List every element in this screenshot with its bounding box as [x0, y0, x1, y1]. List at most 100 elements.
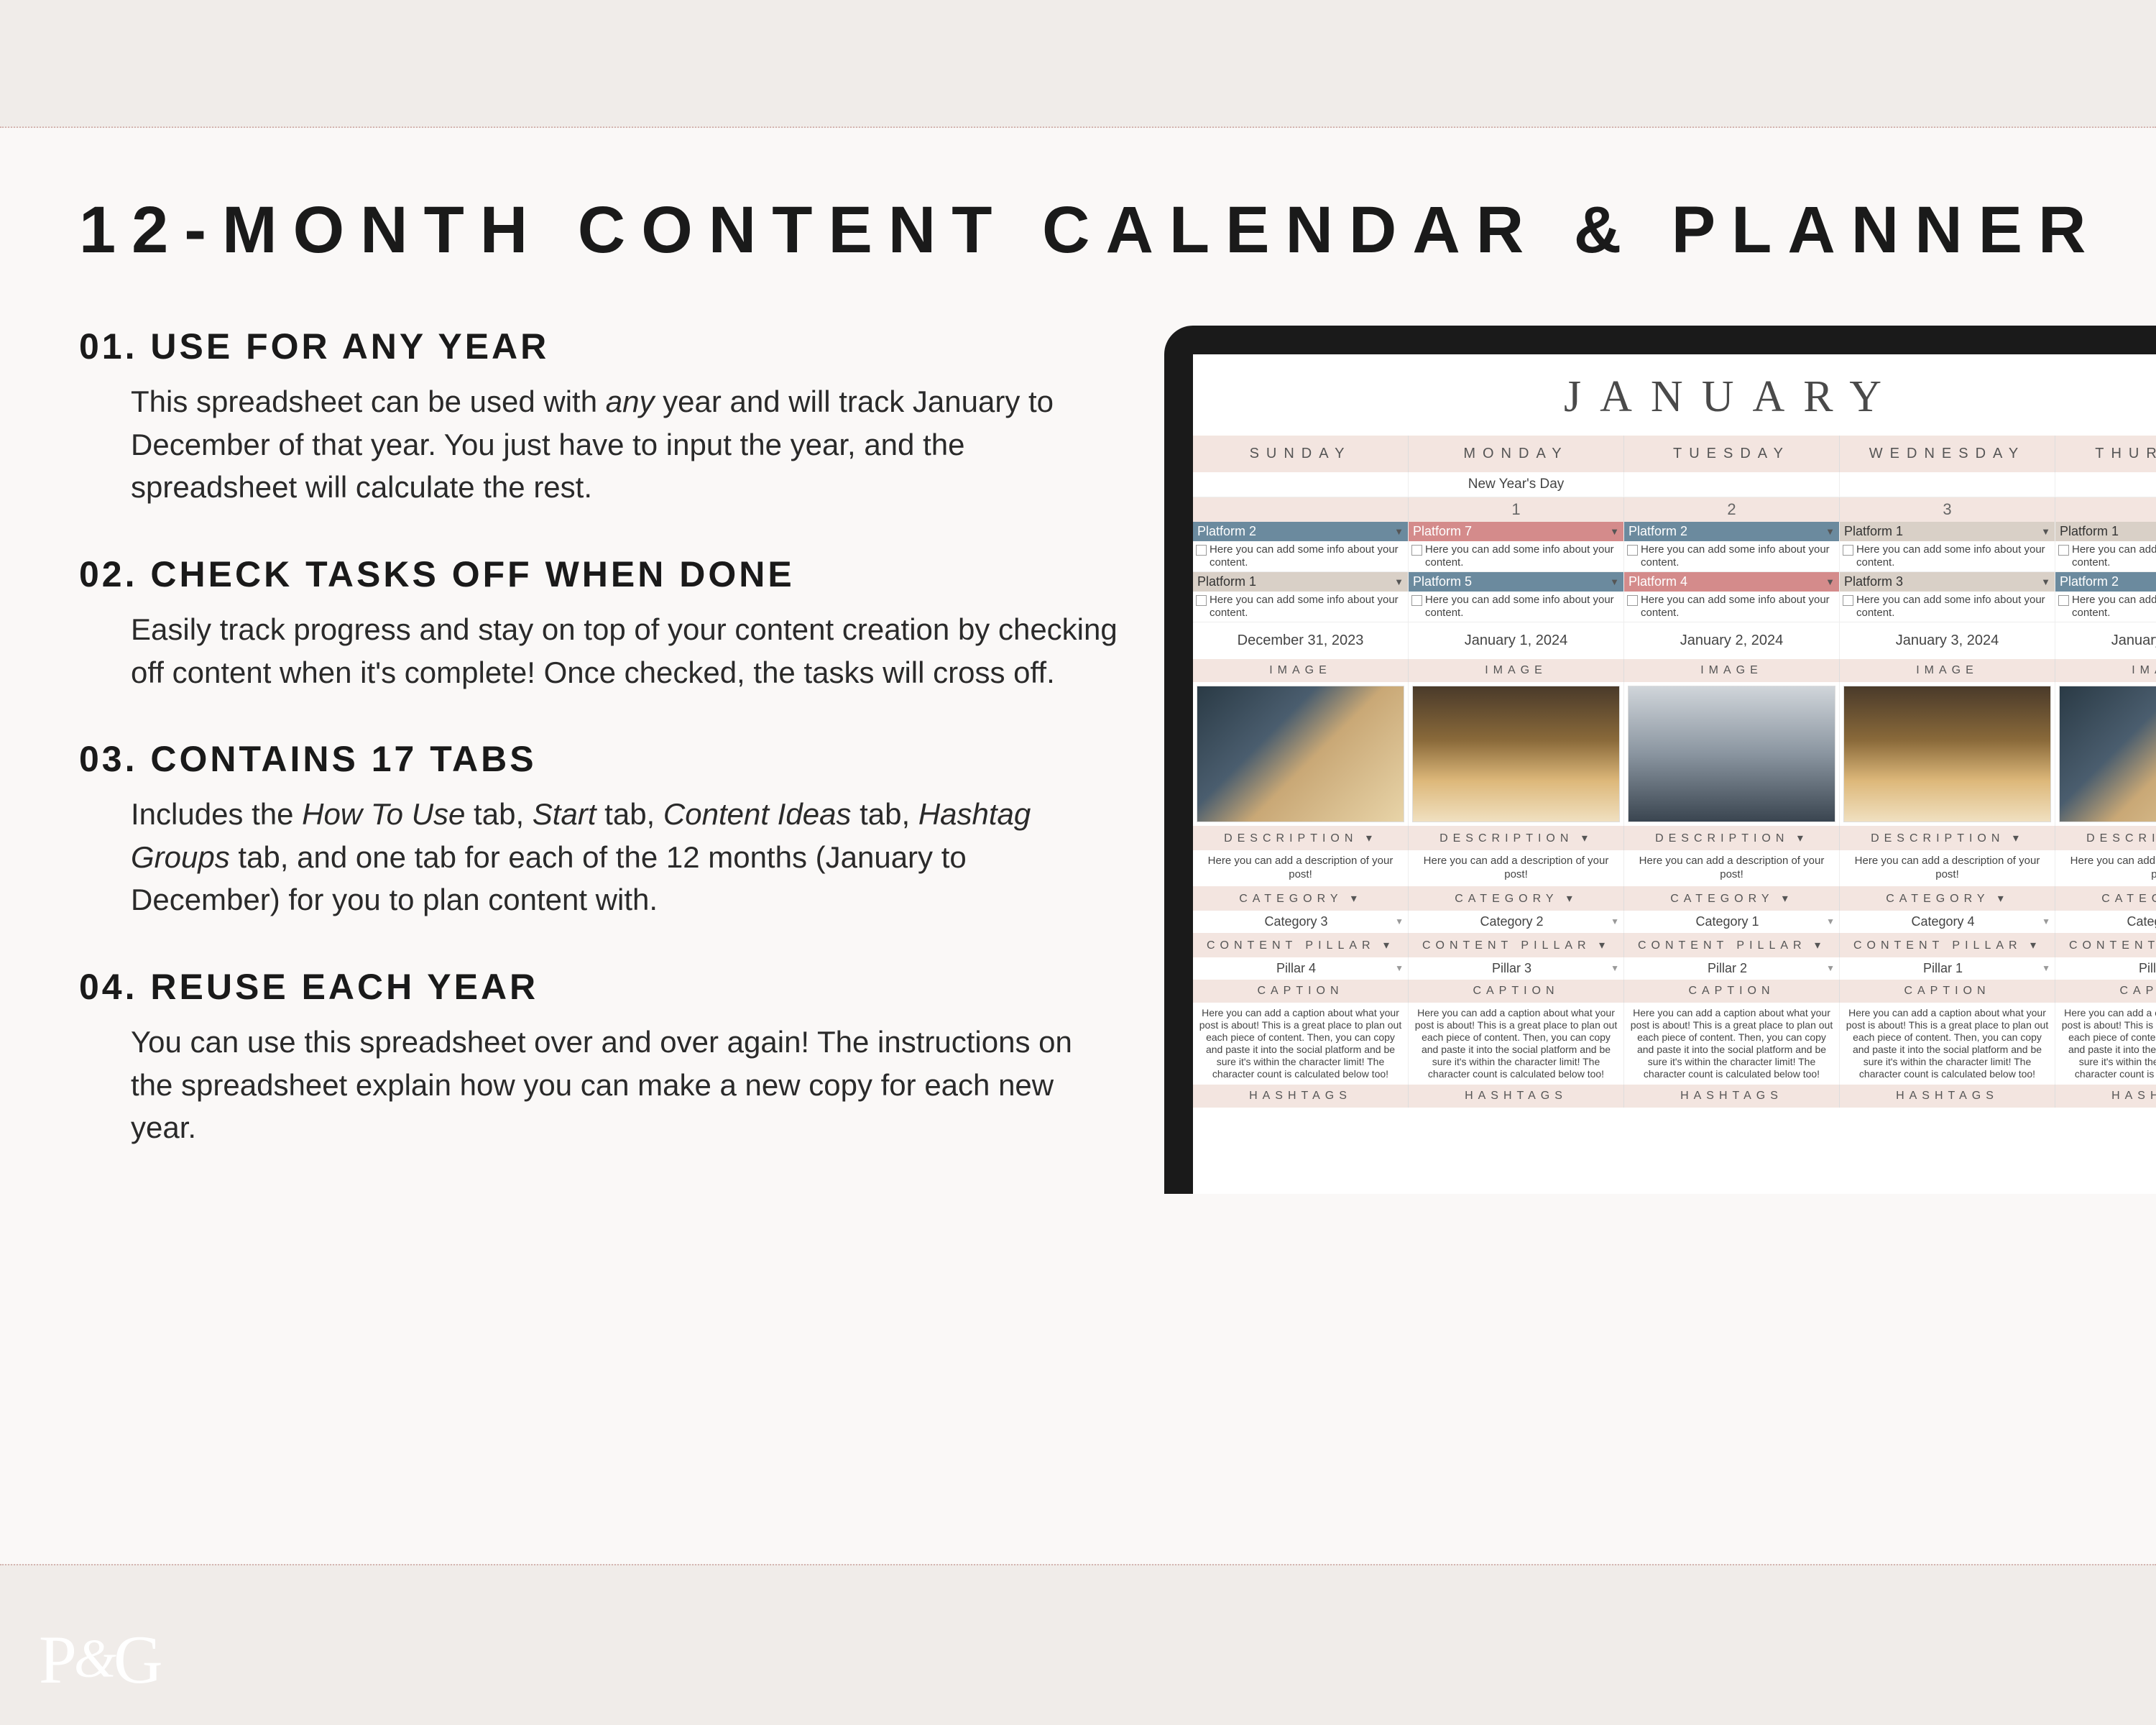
platform-dropdown[interactable]: Platform 1▼: [1840, 522, 2055, 541]
section-header: DESCRIPTION ▾: [1840, 826, 2055, 850]
feature-1: 01. USE FOR ANY YEAR This spreadsheet ca…: [79, 326, 1121, 509]
platform-cell: Platform 2▼ Here you can add some info ab…: [1624, 522, 1840, 571]
chevron-down-icon: ▼: [1611, 916, 1619, 926]
section-header: CAPTION: [1624, 980, 1840, 1003]
pillar-header-row: CONTENT PILLAR ▾CONTENT PILLAR ▾CONTENT …: [1193, 933, 2156, 957]
pillar-dropdown[interactable]: Pillar 2▼: [1624, 957, 1840, 980]
features-column: 01. USE FOR ANY YEAR This spreadsheet ca…: [79, 297, 1121, 1194]
info-text: Here you can add some info about your co…: [1210, 594, 1405, 620]
thumbnail: [1628, 686, 1835, 822]
section-header: HASHTAGS: [1193, 1085, 1409, 1108]
platform-dropdown[interactable]: Platform 5▼: [1409, 572, 1623, 592]
platform-dropdown[interactable]: Platform 2▼: [1624, 522, 1839, 541]
task-checkbox[interactable]: [1843, 595, 1853, 606]
page-title: 12-MONTH CONTENT CALENDAR & PLANNER: [79, 128, 2156, 297]
holiday-row: New Year's Day: [1193, 472, 2156, 497]
pillar-dropdown[interactable]: Pillar 3▼: [1409, 957, 1624, 980]
platform-dropdown[interactable]: Platform 3▼: [1840, 572, 2055, 592]
info-text: Here you can add some info about your co…: [1210, 543, 1405, 569]
chevron-down-icon: ▼: [1611, 963, 1619, 973]
chevron-down-icon: ▼: [2041, 526, 2050, 537]
feature-body: Easily track progress and stay on top of…: [79, 608, 1121, 694]
chevron-down-icon: ▼: [1825, 576, 1835, 587]
platform-cell: Platform 1▼Here you can add some info ab…: [1193, 572, 1409, 622]
category-dropdown[interactable]: Category 2▼: [1409, 911, 1624, 933]
pillar-dropdown[interactable]: Pillar 2▼: [2055, 957, 2156, 980]
section-header: CATEGORY ▾: [2055, 886, 2156, 911]
feature-4: 04. REUSE EACH YEAR You can use this spr…: [79, 966, 1121, 1149]
info-text: Here you can add some info about your co…: [2072, 543, 2156, 569]
pillar-dropdown[interactable]: Pillar 4▼: [1193, 957, 1409, 980]
category-dropdown[interactable]: Category 1▼: [1624, 911, 1840, 933]
section-header: CAPTION: [1840, 980, 2055, 1003]
task-checkbox[interactable]: [1627, 595, 1638, 606]
section-header: DESCRIPTION ▾: [1409, 826, 1624, 850]
chevron-down-icon: ▼: [1610, 576, 1619, 587]
chevron-down-icon: ▼: [1826, 963, 1835, 973]
section-header: IMAGE: [2055, 659, 2156, 682]
thumbnail: [1412, 686, 1620, 822]
chevron-down-icon: ▼: [1825, 526, 1835, 537]
caption-cell: Here you can add a caption about what yo…: [2055, 1003, 2156, 1085]
category-dropdown[interactable]: Category 3▼: [1193, 911, 1409, 933]
info-text: Here you can add some info about your co…: [1856, 594, 2052, 620]
feature-heading: 03. CONTAINS 17 TABS: [79, 738, 1121, 780]
section-header: HASHTAGS: [1409, 1085, 1624, 1108]
task-checkbox[interactable]: [1843, 545, 1853, 556]
laptop-screen: JANUARY SUNDAY MONDAY TUESDAY WEDNESDAY …: [1164, 326, 2156, 1194]
platform-dropdown[interactable]: Platform 2▼: [2055, 572, 2156, 592]
section-header: CAPTION: [1409, 980, 1624, 1003]
description-cell: Here you can add a description of your p…: [2055, 850, 2156, 886]
section-header: IMAGE: [1193, 659, 1409, 682]
page-content: 12-MONTH CONTENT CALENDAR & PLANNER 01. …: [0, 128, 2156, 1564]
platform-dropdown[interactable]: Platform 2▼: [1193, 522, 1408, 541]
task-checkbox[interactable]: [1411, 595, 1422, 606]
platform-cell: Platform 3▼Here you can add some info ab…: [1840, 572, 2055, 622]
caption-row: Here you can add a caption about what yo…: [1193, 1003, 2156, 1085]
section-header: IMAGE: [1409, 659, 1624, 682]
bottom-band: P&G: [0, 1564, 2156, 1724]
section-header: IMAGE: [1840, 659, 2055, 682]
cat-header-row: CATEGORY ▾CATEGORY ▾CATEGORY ▾CATEGORY ▾…: [1193, 886, 2156, 911]
pillar-dropdown[interactable]: Pillar 1▼: [1840, 957, 2055, 980]
section-header: CAPTION: [1193, 980, 1409, 1003]
section-header: CATEGORY ▾: [1624, 886, 1840, 911]
platform-dropdown[interactable]: Platform 7▼: [1409, 522, 1623, 541]
category-dropdown[interactable]: Category 4▼: [1840, 911, 2055, 933]
chevron-down-icon: ▼: [1395, 916, 1404, 926]
task-checkbox[interactable]: [1627, 545, 1638, 556]
platform-dropdown[interactable]: Platform 1▼: [2055, 522, 2156, 541]
info-text: Here you can add some info about your co…: [2072, 594, 2156, 620]
weekday-header-row: SUNDAY MONDAY TUESDAY WEDNESDAY THURSDAY: [1193, 436, 2156, 472]
section-header: HASHTAGS: [1624, 1085, 1840, 1108]
feature-heading: 02. CHECK TASKS OFF WHEN DONE: [79, 553, 1121, 595]
platform-dropdown[interactable]: Platform 4▼: [1624, 572, 1839, 592]
section-header: CONTENT PILLAR ▾: [1624, 933, 1840, 957]
platform-dropdown[interactable]: Platform 1▼: [1193, 572, 1408, 592]
chevron-down-icon: ▼: [1610, 526, 1619, 537]
caption-cell: Here you can add a caption about what yo…: [1193, 1003, 1409, 1085]
task-checkbox[interactable]: [1196, 545, 1207, 556]
info-text: Here you can add some info about your co…: [1641, 543, 1836, 569]
task-checkbox[interactable]: [1411, 545, 1422, 556]
category-dropdown[interactable]: Category 2▼: [2055, 911, 2156, 933]
thumbnail: [1197, 686, 1404, 822]
description-cell: Here you can add a description of your p…: [1624, 850, 1840, 886]
thumbnail: [1843, 686, 2051, 822]
platform-cell: Platform 5▼Here you can add some info ab…: [1409, 572, 1624, 622]
hashtag-header-row: HASHTAGSHASHTAGSHASHTAGSHASHTAGSHASHTAGS: [1193, 1085, 2156, 1108]
task-checkbox[interactable]: [2058, 595, 2069, 606]
weekday-cell: THURSDAY: [2055, 436, 2156, 472]
info-text: Here you can add some info about your co…: [1641, 594, 1836, 620]
task-checkbox[interactable]: [2058, 545, 2069, 556]
section-header: CONTENT PILLAR ▾: [1409, 933, 1624, 957]
content-row: 01. USE FOR ANY YEAR This spreadsheet ca…: [79, 297, 2156, 1194]
feature-body: This spreadsheet can be used with any ye…: [79, 380, 1121, 509]
desc-row: Here you can add a description of your p…: [1193, 850, 2156, 886]
image-header-row: IMAGEIMAGEIMAGEIMAGEIMAGE: [1193, 659, 2156, 682]
task-checkbox[interactable]: [1196, 595, 1207, 606]
feature-2: 02. CHECK TASKS OFF WHEN DONE Easily tra…: [79, 553, 1121, 694]
date-row: December 31, 2023 January 1, 2024 Januar…: [1193, 622, 2156, 659]
section-header: HASHTAGS: [1840, 1085, 2055, 1108]
section-header: DESCRIPTION ▾: [2055, 826, 2156, 850]
